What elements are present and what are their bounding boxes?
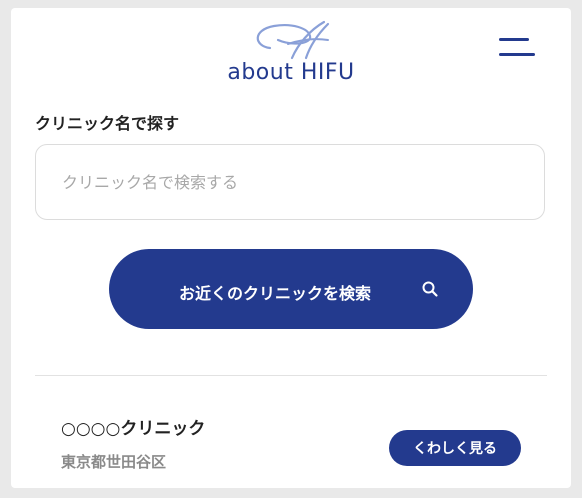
nearby-search-label: お近くのクリニックを検索 bbox=[179, 284, 372, 303]
site-logo[interactable]: about HIFU bbox=[211, 18, 371, 90]
clinic-name: ○○○○クリニック bbox=[61, 419, 206, 439]
header: about HIFU bbox=[11, 8, 571, 98]
search-icon bbox=[422, 281, 438, 297]
divider bbox=[35, 375, 547, 376]
view-details-button[interactable]: くわしく見る bbox=[389, 430, 521, 466]
clinic-address: 東京都世田谷区 bbox=[61, 453, 167, 471]
nearby-clinic-search-button[interactable]: お近くのクリニックを検索 bbox=[109, 249, 473, 329]
clinic-name-search-input[interactable] bbox=[35, 144, 545, 220]
script-h-logo-icon bbox=[256, 20, 330, 60]
app-card: about HIFU クリニック名で探す お近くのクリニックを検索 ○○○○クリ… bbox=[11, 8, 571, 488]
menu-button[interactable] bbox=[489, 32, 537, 72]
logo-text: about HIFU bbox=[227, 60, 355, 85]
search-section-title: クリニック名で探す bbox=[35, 114, 180, 133]
